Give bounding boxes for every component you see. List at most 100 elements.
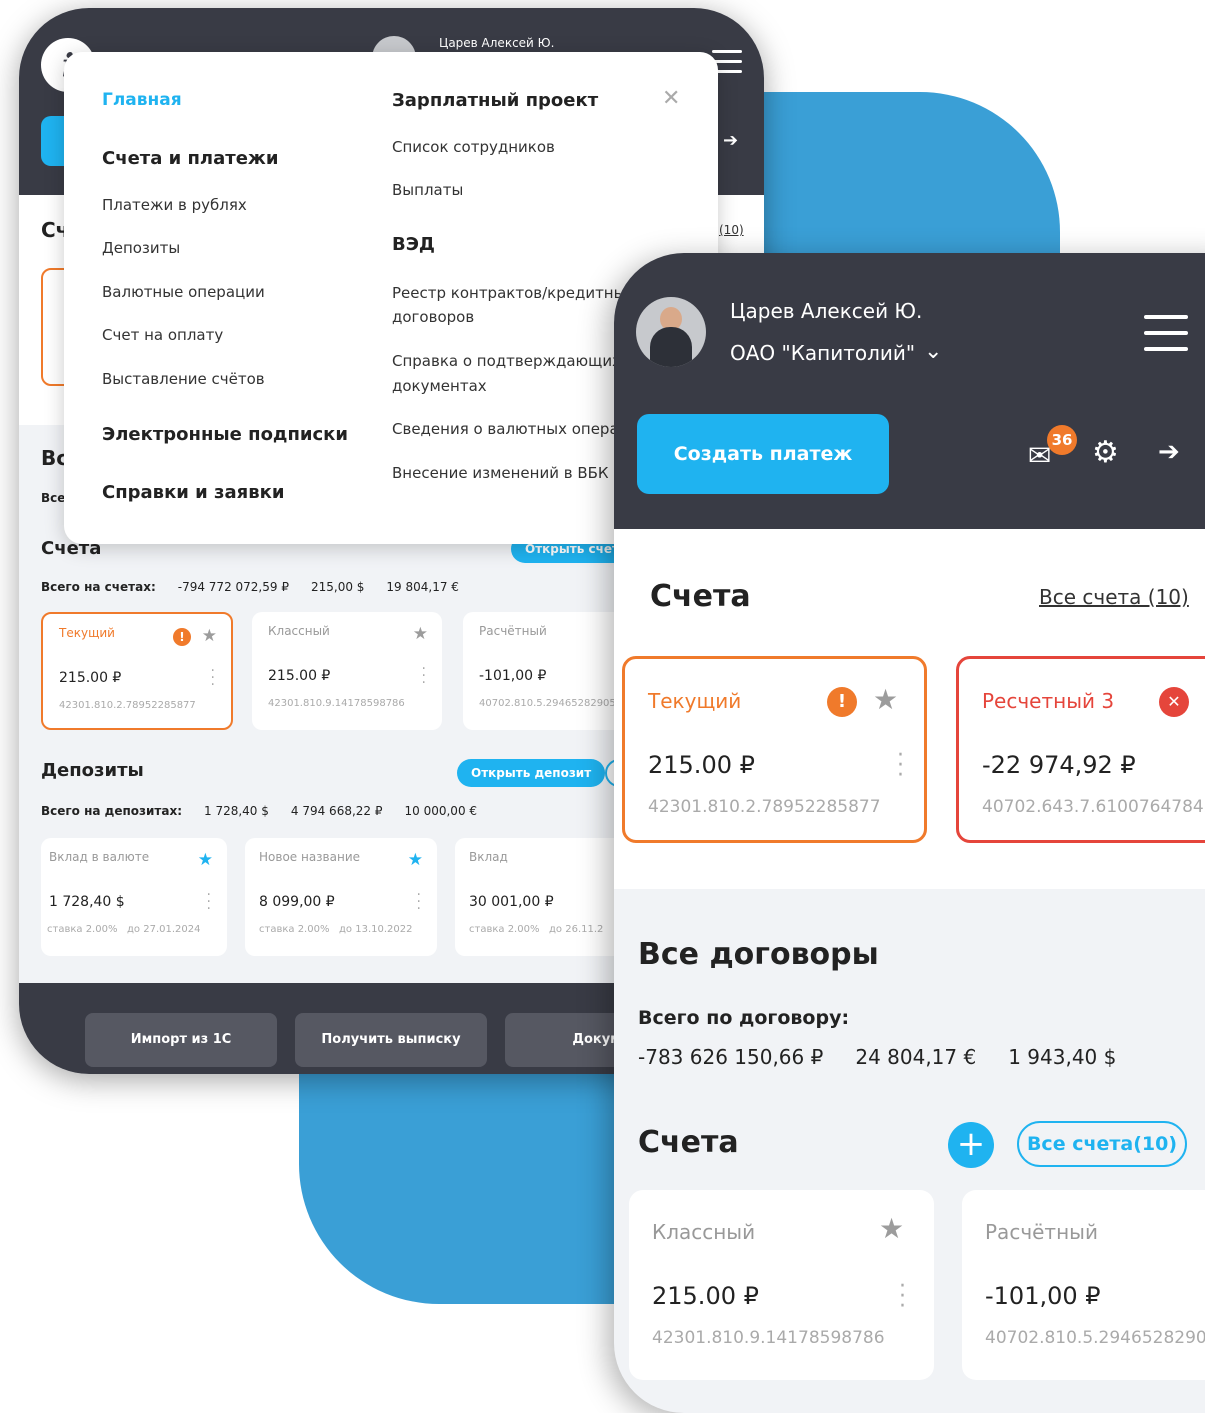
get-statement-button[interactable]: Получить выписку [295,1013,487,1067]
card-name: Вклад [469,850,508,864]
star-icon[interactable]: ★ [879,1212,904,1245]
menu-item-ved[interactable]: ВЭД [392,234,435,255]
menu-item-currency[interactable]: Валютные операции [102,283,265,301]
card-name: Вклад в валюте [49,850,150,864]
phone-front: Царев Алексей Ю. ОАО "Капитолий" ⌄ Созда… [614,253,1205,1413]
card-amount: 215.00 ₽ [59,670,122,686]
total-eur: 19 804,17 € [386,580,459,594]
avatar[interactable] [636,297,706,367]
menu-item-rub-payments[interactable]: Платежи в рублях [102,196,247,214]
contract-totals: -783 626 150,66 ₽ 24 804,17 € 1 943,40 $ [638,1045,1148,1069]
more-icon[interactable]: · · · [899,1276,906,1318]
logout-icon[interactable]: ➔ [723,130,738,151]
close-icon[interactable]: ✕ [662,86,680,111]
card-amount: -101,00 ₽ [479,668,547,684]
menu-item-supporting-docs[interactable]: Справка о подтверждающих [392,352,621,370]
totals-label: Всего на счетах: [41,580,156,594]
import-1c-button[interactable]: Импорт из 1С [85,1013,277,1067]
chevron-down-icon[interactable]: ⌄ [924,339,942,364]
rate-text: ставка 2.00% [259,924,330,935]
create-payment-button[interactable]: Создать платеж [637,414,889,494]
menu-item-payouts[interactable]: Выплаты [392,181,463,199]
deposit-card[interactable]: Вклад в валюте ★ 1 728,40 $ · · · ставка 2… [41,838,227,956]
account-card[interactable]: Расчётный -101,00 ₽ 40702.810.5.29465282… [962,1190,1205,1380]
card-name: Текущий [59,626,115,640]
more-icon[interactable]: · · · [422,662,426,690]
warning-icon: ! [827,687,857,717]
open-deposit-button[interactable]: Открыть депозит [457,759,606,787]
card-name: Расчётный [985,1220,1098,1244]
more-icon[interactable]: · · · [897,745,904,787]
card-name: Ресчетный 3 [982,689,1115,713]
total-usd: 1 943,40 $ [1008,1045,1117,1069]
card-name: Текущий [648,689,742,713]
more-icon[interactable]: · · · [207,888,211,916]
more-icon[interactable]: · · · [211,664,215,692]
all-accounts-link[interactable]: Все счета (10) [1039,585,1189,609]
menu-item-contracts-registry[interactable]: Реестр контрактов/кредитны [392,284,625,302]
card-amount: -22 974,92 ₽ [982,751,1136,779]
accounts-section-title: Счета [638,1125,739,1160]
logout-icon[interactable]: ➔ [1158,437,1180,467]
user-name[interactable]: Царев Алексей Ю. [730,299,922,323]
menu-item-currency-ops[interactable]: Сведения о валютных опера [392,420,619,438]
card-amount: 215.00 ₽ [648,751,755,779]
card-account-number: 42301.810.9.14178598786 [652,1328,885,1348]
star-icon[interactable]: ★ [413,624,428,644]
add-account-button[interactable]: + [948,1122,994,1168]
card-amount: 8 099,00 ₽ [259,894,335,910]
menu-item-e-signatures[interactable]: Электронные подписки [102,424,348,445]
all-contracts-label: Все [41,491,66,505]
card-amount: 215.00 ₽ [268,668,331,684]
card-name: Новое название [259,850,361,864]
star-icon[interactable]: ★ [408,850,423,870]
menu-item-salary[interactable]: Зарплатный проект [392,90,598,111]
card-amount: 1 728,40 $ [49,894,125,910]
card-rate: ставка 2.00% до 26.11.2 [469,924,603,935]
star-icon[interactable]: ★ [198,850,213,870]
menu-item-supporting-docs-2[interactable]: документах [392,377,487,395]
total-eur: 10 000,00 € [404,804,478,818]
star-icon[interactable]: ★ [873,683,898,716]
card-account-number: 40702.810.5.29465282905 [479,698,616,709]
account-card[interactable]: Классный ★ 215.00 ₽ · · · 42301.810.9.1417… [629,1190,934,1380]
deposits-totals: Всего на депозитах: 1 728,40 $ 4 794 668,2… [41,804,499,818]
deposit-card[interactable]: Новое название ★ 8 099,00 ₽ · · · ставка 2… [245,838,437,956]
user-name[interactable]: Царев Алексей Ю. [439,36,554,50]
until-text: до 13.10.2022 [339,924,413,935]
card-amount: 215.00 ₽ [652,1282,759,1310]
star-icon[interactable]: ★ [202,626,217,646]
gear-icon[interactable]: ⚙ [1092,435,1119,470]
card-account-number: 42301.810.2.78952285877 [59,700,196,711]
menu-item-vbk-changes[interactable]: Внесение изменений в ВБК [392,464,609,482]
menu-item-contracts-registry-2[interactable]: договоров [392,308,474,326]
totals-label: Всего на депозитах: [41,804,182,818]
menu-item-deposits[interactable]: Депозиты [102,239,180,257]
notification-badge: 36 [1047,425,1077,455]
account-card[interactable]: Ресчетный 3 ✕ -22 974,92 ₽ 40702.643.7.6… [956,656,1205,843]
card-account-number: 40702.810.5.2946528290 [985,1328,1205,1348]
error-icon: ✕ [1159,687,1189,717]
menu-item-accounts-payments[interactable]: Счета и платежи [102,148,278,169]
menu-icon[interactable] [1144,315,1188,363]
account-card[interactable]: Текущий ! ★ 215.00 ₽ · · · 42301.810.2.789… [41,612,233,730]
rate-text: ставка 2.00% [47,924,118,935]
more-icon[interactable]: · · · [417,888,421,916]
accounts-count-link[interactable]: (10) [719,223,744,237]
card-rate: ставка 2.00% до 13.10.2022 [259,924,412,935]
company-name[interactable]: ОАО "Капитолий" [730,341,915,365]
warning-icon: ! [173,628,191,646]
contract-totals-label: Всего по договору: [638,1007,850,1029]
menu-item-billing[interactable]: Выставление счётов [102,370,265,388]
menu-item-main[interactable]: Главная [102,90,182,110]
rate-text: ставка 2.00% [469,924,540,935]
deposits-section-title: Депозиты [41,760,144,781]
account-card[interactable]: Текущий ! ★ 215.00 ₽ · · · 42301.810.2.789… [622,656,927,843]
card-rate: ставка 2.00% до 27.01.2024 [47,924,200,935]
card-amount: 30 001,00 ₽ [469,894,554,910]
menu-item-employees[interactable]: Список сотрудников [392,138,555,156]
account-card[interactable]: Классный ★ 215.00 ₽ · · · 42301.810.9.1417… [252,612,442,730]
menu-item-requests[interactable]: Справки и заявки [102,482,284,503]
menu-item-invoice[interactable]: Счет на оплату [102,326,223,344]
all-accounts-button[interactable]: Все счета(10) [1017,1121,1187,1167]
